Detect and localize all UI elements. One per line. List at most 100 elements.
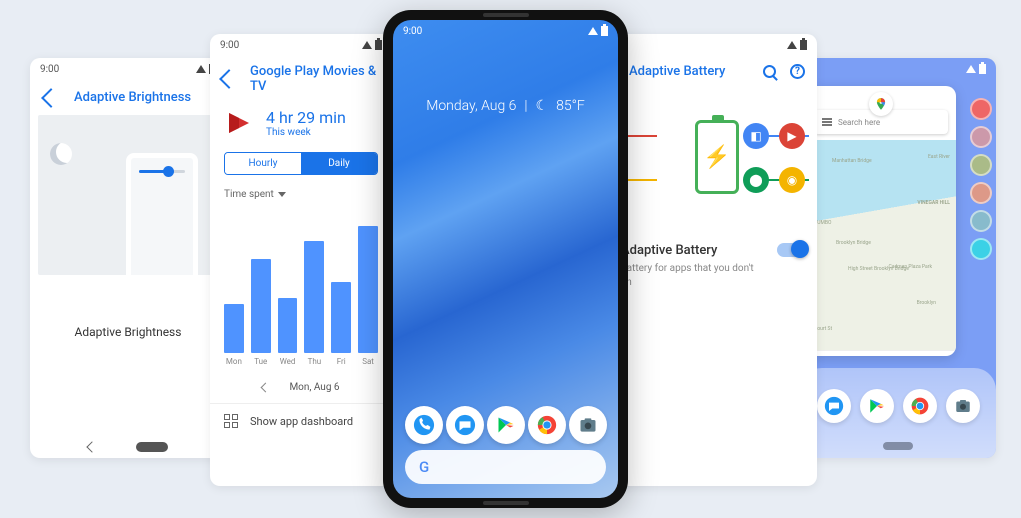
chart-bar xyxy=(251,259,271,353)
chart-bar xyxy=(224,304,244,353)
feature-label: Adaptive Brightness xyxy=(30,275,226,389)
chart-bar xyxy=(278,298,298,353)
moon-icon xyxy=(50,143,72,165)
avatar[interactable] xyxy=(970,182,992,204)
speaker-grille xyxy=(483,501,529,505)
status-bar: 9:00 xyxy=(30,58,226,80)
brightness-illustration xyxy=(38,115,218,275)
nav-home-pill[interactable] xyxy=(136,442,168,452)
chevron-left-icon[interactable] xyxy=(261,383,271,393)
chart-bar xyxy=(358,226,378,353)
avatar[interactable] xyxy=(970,210,992,232)
camera-icon[interactable] xyxy=(946,389,980,423)
chart-bar xyxy=(304,241,324,353)
tab-driving[interactable]: Driving xyxy=(856,351,906,356)
map-label: VINEGAR HILL xyxy=(917,200,950,206)
phone-illustration xyxy=(126,153,198,275)
adaptive-brightness-card: 9:00 Adaptive Brightness Adaptive Bright… xyxy=(30,58,226,458)
tab-transit[interactable]: Transit xyxy=(906,351,956,356)
status-bar xyxy=(800,58,996,80)
chart-x-label: Sat xyxy=(362,357,374,366)
metric-dropdown[interactable]: Time spent xyxy=(210,183,392,206)
google-search-bar[interactable]: G xyxy=(405,450,606,484)
camera-icon[interactable] xyxy=(569,406,607,444)
speaker-grille xyxy=(483,13,529,17)
tabs: Hourly Daily xyxy=(224,152,378,175)
play-store-icon[interactable] xyxy=(860,389,894,423)
avatar[interactable] xyxy=(970,98,992,120)
messages-app-icon[interactable] xyxy=(446,406,484,444)
dock xyxy=(393,406,618,444)
at-a-glance[interactable]: Monday, Aug 6 | ☾ 85°F xyxy=(393,42,618,114)
pixel-phone-frame: 9:00 Monday, Aug 6 | ☾ 85°F G xyxy=(383,10,628,508)
google-g-icon: G xyxy=(419,458,429,476)
contact-avatars xyxy=(970,98,992,260)
chrome-icon[interactable] xyxy=(903,389,937,423)
play-store-icon[interactable] xyxy=(487,406,525,444)
maps-bottom-tabs: Explore Driving Transit xyxy=(806,350,956,356)
chart-x-label: Tue xyxy=(254,357,267,366)
divider: | xyxy=(524,98,527,114)
digital-wellbeing-card: 9:00 Google Play Movies & TV 4 hr 29 min… xyxy=(210,34,392,486)
recents-maps-card: Search here Manhattan Bridge East River … xyxy=(800,58,996,458)
date-label: Mon, Aug 6 xyxy=(289,382,339,393)
setting-row[interactable]: Adaptive Battery battery for apps that y… xyxy=(617,227,817,300)
battery-icon xyxy=(800,40,807,50)
avatar[interactable] xyxy=(970,238,992,260)
phone-app-icon[interactable] xyxy=(405,406,443,444)
usage-chart: MonTueWedThuFriSat xyxy=(210,206,392,366)
search-icon[interactable] xyxy=(763,65,776,78)
battery-icon xyxy=(601,26,608,36)
app-dot-icon: ◧ xyxy=(743,123,769,149)
dashboard-icon xyxy=(224,414,238,428)
maps-recent-card[interactable]: Search here Manhattan Bridge East River … xyxy=(806,86,956,356)
help-icon[interactable]: ? xyxy=(790,64,805,79)
adaptive-battery-card: Adaptive Battery ? ◧ ▶ ⬤ ◉ ⚡ Adaptive Ba… xyxy=(617,34,817,486)
toggle-switch[interactable] xyxy=(777,243,807,257)
bolt-icon: ⚡ xyxy=(703,145,730,170)
dock xyxy=(800,368,996,458)
avatar[interactable] xyxy=(970,126,992,148)
usage-duration: 4 hr 29 min xyxy=(266,108,346,127)
map-canvas[interactable]: Manhattan Bridge East River DUMBO VINEGA… xyxy=(806,140,956,350)
date-label: Monday, Aug 6 xyxy=(426,98,516,114)
chrome-icon[interactable] xyxy=(528,406,566,444)
header: Adaptive Brightness xyxy=(30,80,226,115)
chart-x-label: Fri xyxy=(337,357,346,366)
chart-x-label: Wed xyxy=(280,357,296,366)
battery-icon xyxy=(375,40,382,50)
home-screen[interactable]: 9:00 Monday, Aug 6 | ☾ 85°F G xyxy=(393,20,618,498)
signal-icon xyxy=(787,41,797,49)
nav-home-pill[interactable] xyxy=(883,442,913,450)
page-title: Google Play Movies & TV xyxy=(250,64,380,94)
app-dot-icon: ◉ xyxy=(779,167,805,193)
signal-icon xyxy=(196,65,206,73)
status-bar xyxy=(617,34,817,56)
map-label: Brooklyn Bridge xyxy=(836,240,871,246)
hamburger-icon[interactable] xyxy=(822,118,832,126)
avatar[interactable] xyxy=(970,154,992,176)
back-icon[interactable] xyxy=(219,69,239,89)
page-title: Adaptive Brightness xyxy=(74,90,191,105)
status-time: 9:00 xyxy=(40,64,59,75)
battery-outline-icon: ⚡ xyxy=(695,120,739,194)
messages-app-icon[interactable] xyxy=(817,389,851,423)
date-nav: Mon, Aug 6 xyxy=(210,366,392,403)
moon-icon: ☾ xyxy=(536,98,549,114)
footer-action[interactable]: Show app dashboard xyxy=(210,403,392,438)
nav-bar xyxy=(30,442,226,452)
metric-label: Time spent xyxy=(224,189,274,200)
page-title: Adaptive Battery xyxy=(629,64,725,79)
back-icon[interactable] xyxy=(41,88,61,108)
chart-x-label: Mon xyxy=(226,357,242,366)
tab-hourly[interactable]: Hourly xyxy=(225,153,301,174)
battery-icon xyxy=(979,64,986,74)
header: Google Play Movies & TV xyxy=(210,56,392,102)
tab-daily[interactable]: Daily xyxy=(301,153,377,174)
app-dot-icon: ▶ xyxy=(779,123,805,149)
signal-icon xyxy=(588,27,598,35)
nav-back-icon[interactable] xyxy=(86,441,97,452)
map-label: Manhattan Bridge xyxy=(832,158,872,164)
setting-subtitle: battery for apps that you don't xyxy=(621,263,754,274)
footer-label: Show app dashboard xyxy=(250,415,353,428)
